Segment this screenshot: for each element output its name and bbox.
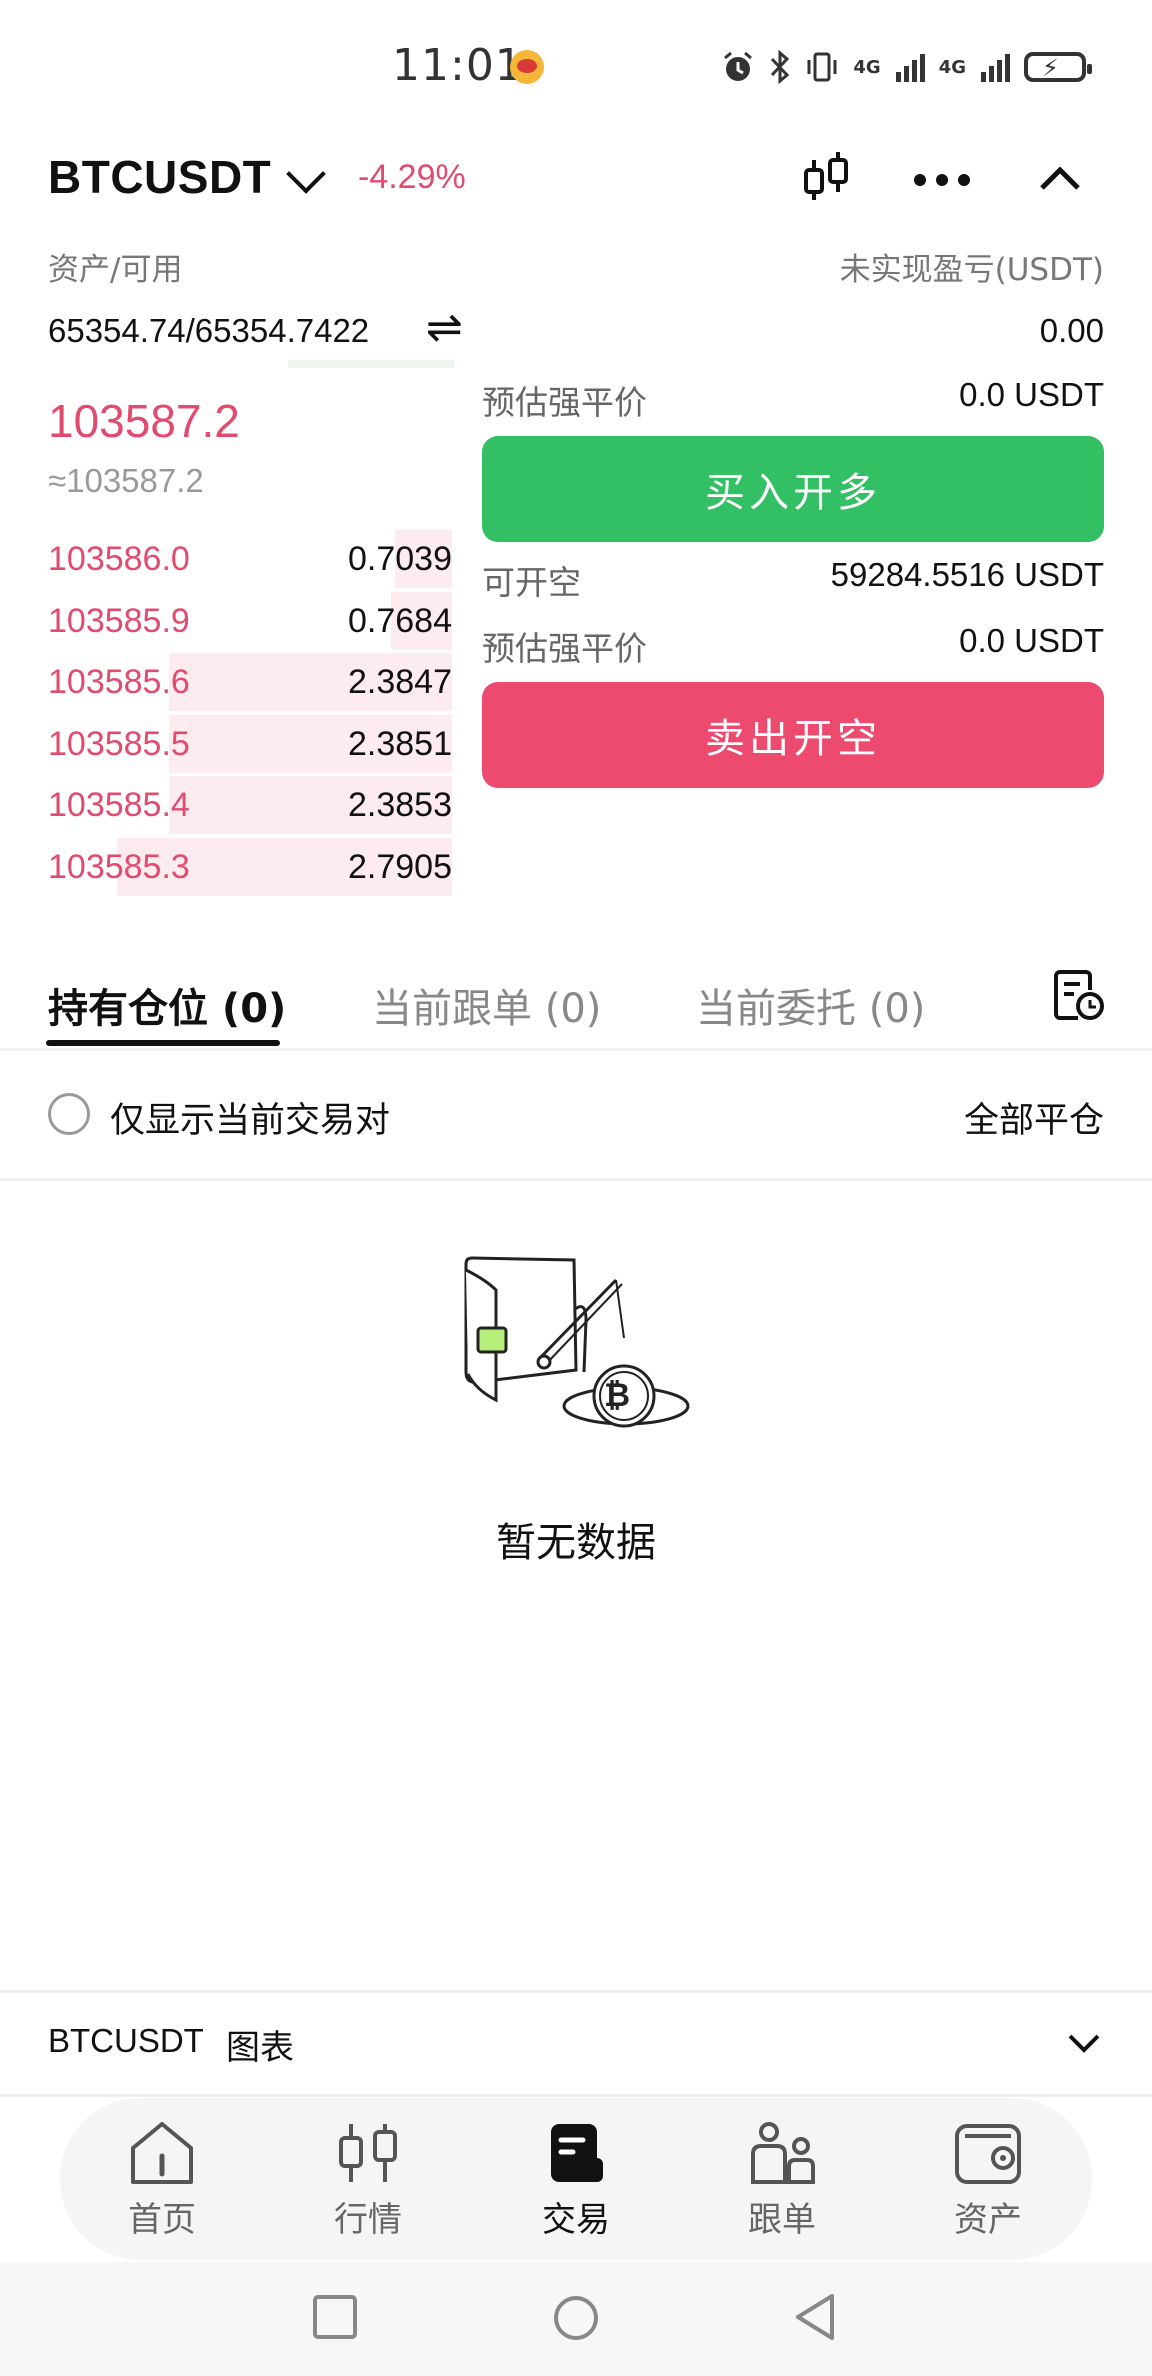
battery-icon: ⚡ bbox=[1024, 52, 1092, 82]
only-current-pair-radio[interactable] bbox=[48, 1093, 90, 1135]
status-icons: 4G 4G ⚡ bbox=[721, 44, 1092, 90]
close-all-button[interactable]: 全部平仓 bbox=[964, 1092, 1104, 1143]
active-tab-underline bbox=[46, 1040, 280, 1046]
alarm-icon bbox=[724, 51, 753, 81]
tab-positions[interactable]: 持有仓位 (0) bbox=[48, 976, 286, 1034]
empty-wallet-illustration bbox=[464, 1256, 690, 1428]
order-history-icon[interactable] bbox=[1050, 966, 1108, 1024]
assets-available-label: 资产/可用 bbox=[48, 252, 183, 288]
signal-4g-label: 4G bbox=[853, 56, 881, 78]
unrealized-pnl-value: 0.00 bbox=[1039, 312, 1104, 349]
order-book-row[interactable]: 103585.4 2.3853 bbox=[48, 776, 452, 834]
order-book-quantity: 2.3847 bbox=[348, 663, 452, 701]
home-circle-icon[interactable] bbox=[552, 2294, 600, 2342]
chart-bar-divider-bottom bbox=[0, 2094, 1152, 2097]
order-book-quantity: 2.7905 bbox=[348, 847, 452, 886]
assets-available-value: 65354.74/65354.7422 bbox=[48, 312, 370, 349]
vibrate-icon bbox=[807, 52, 837, 82]
nav-assets[interactable]: 资产 bbox=[918, 2114, 1058, 2244]
sell-short-button[interactable]: 卖出开空 bbox=[482, 682, 1104, 788]
signal-4g-label-2: 4G bbox=[938, 56, 966, 78]
order-book-price: 103585.5 bbox=[48, 724, 190, 763]
last-price: 103587.2 bbox=[48, 395, 240, 447]
nav-assets-label: 资产 bbox=[954, 2200, 1022, 2240]
order-book-quantity: 2.3851 bbox=[348, 724, 452, 763]
empty-state-text: 暂无数据 bbox=[496, 1520, 656, 1566]
only-current-pair-label[interactable]: 仅显示当前交易对 bbox=[110, 1092, 390, 1143]
nav-trade[interactable]: 交易 bbox=[506, 2114, 646, 2244]
unrealized-pnl-label: 未实现盈亏(USDT) bbox=[839, 252, 1104, 288]
filter-divider bbox=[0, 1178, 1152, 1181]
wallet-icon bbox=[955, 2124, 1021, 2184]
weibo-notification-icon bbox=[510, 50, 544, 84]
candlestick-icon bbox=[339, 2124, 397, 2182]
status-time: 11:01 bbox=[392, 40, 524, 91]
nav-home-label: 首页 bbox=[128, 2200, 196, 2240]
nav-copy-trade[interactable]: 跟单 bbox=[712, 2114, 852, 2244]
order-book-row[interactable]: 103585.3 2.7905 bbox=[48, 837, 452, 896]
nav-copy-trade-label: 跟单 bbox=[748, 2200, 816, 2240]
price-change-percent: -4.29% bbox=[358, 158, 466, 196]
order-book-row[interactable]: 103585.9 0.7684 bbox=[48, 591, 452, 650]
liq-price-value-short: 0.0 USDT bbox=[959, 622, 1104, 659]
order-book-quantity: 0.7039 bbox=[348, 540, 452, 578]
short-available-value: 59284.5516 USDT bbox=[830, 556, 1104, 593]
nav-home[interactable]: 首页 bbox=[92, 2114, 232, 2244]
chart-bar-symbol[interactable]: BTCUSDT bbox=[48, 2022, 204, 2060]
liq-price-value-long: 0.0 USDT bbox=[959, 376, 1104, 413]
transfer-swap-icon[interactable]: ⇌ bbox=[426, 302, 463, 353]
chart-bar-label[interactable]: 图表 bbox=[226, 2020, 294, 2069]
order-book-row[interactable]: 103585.6 2.3847 bbox=[48, 653, 452, 711]
collapse-chevron-up-icon[interactable] bbox=[1030, 148, 1090, 208]
order-book-row[interactable]: 103586.0 0.7039 bbox=[48, 530, 452, 588]
symbol-dropdown-chevron-icon[interactable] bbox=[286, 154, 326, 194]
liq-price-label-short: 预估强平价 bbox=[482, 629, 647, 668]
signal-bars-icon-2 bbox=[981, 54, 1010, 82]
short-available-label: 可开空 bbox=[482, 563, 581, 602]
order-book-price: 103585.9 bbox=[48, 601, 190, 640]
tabs-divider bbox=[0, 1048, 1152, 1051]
depth-strip bbox=[288, 360, 454, 368]
chart-bar-divider bbox=[0, 1990, 1152, 1993]
order-book-price: 103585.6 bbox=[48, 663, 190, 701]
nav-markets[interactable]: 行情 bbox=[298, 2114, 438, 2244]
signal-bars-icon bbox=[895, 54, 925, 82]
buy-long-button[interactable]: 买入开多 bbox=[482, 436, 1104, 542]
copy-trade-icon bbox=[751, 2122, 815, 2184]
candlestick-chart-icon[interactable] bbox=[796, 148, 856, 208]
bitcoin-coin-symbol: ₿ bbox=[604, 1376, 631, 1414]
order-book-quantity: 2.3853 bbox=[348, 786, 452, 824]
recent-apps-icon[interactable] bbox=[312, 2294, 358, 2340]
expand-chart-chevron-icon[interactable] bbox=[1064, 2024, 1104, 2064]
more-options-icon[interactable] bbox=[912, 148, 972, 208]
order-book-price: 103585.4 bbox=[48, 786, 190, 824]
order-book-row[interactable]: 103585.5 2.3851 bbox=[48, 714, 452, 773]
nav-trade-label: 交易 bbox=[542, 2200, 610, 2240]
symbol-title[interactable]: BTCUSDT bbox=[48, 150, 271, 204]
back-triangle-icon[interactable] bbox=[792, 2292, 840, 2342]
order-book-price: 103585.3 bbox=[48, 847, 190, 886]
last-price-approx: ≈103587.2 bbox=[48, 462, 204, 499]
nav-markets-label: 行情 bbox=[334, 2200, 402, 2240]
tab-copy-orders[interactable]: 当前跟单 (0) bbox=[372, 976, 601, 1034]
bluetooth-icon bbox=[771, 50, 790, 84]
order-book-price: 103586.0 bbox=[48, 540, 190, 578]
tab-open-orders[interactable]: 当前委托 (0) bbox=[696, 976, 925, 1034]
home-icon bbox=[131, 2122, 193, 2184]
trade-icon bbox=[551, 2124, 603, 2182]
liq-price-label-long: 预估强平价 bbox=[482, 383, 647, 422]
order-book-quantity: 0.7684 bbox=[348, 601, 452, 640]
